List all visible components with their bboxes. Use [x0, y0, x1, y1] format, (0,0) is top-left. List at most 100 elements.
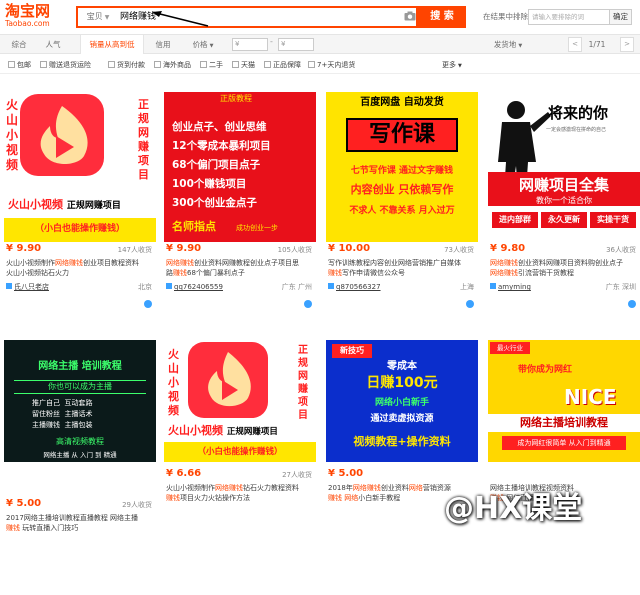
shop-name: q870566327: [336, 283, 381, 291]
taobao-logo[interactable]: 淘宝网 Taobao.com: [5, 3, 71, 31]
image-line: 推广自己: [32, 399, 60, 407]
product-title[interactable]: 网络赚钱创业资料网赚项目资料购创业点子: [490, 258, 638, 268]
filter-label: 海外商品: [163, 61, 191, 69]
prev-page-button[interactable]: <: [568, 37, 582, 52]
logo-text: 淘宝网: [5, 2, 51, 20]
search-category-select[interactable]: 宝贝 ▼: [80, 10, 116, 24]
price-max-input[interactable]: ¥: [278, 38, 314, 51]
shop-icon: [490, 283, 496, 289]
exclude-confirm-button[interactable]: 确定: [610, 9, 632, 25]
product-title[interactable]: 火山小视频制作网络赚钱钻石火力教程资料: [166, 483, 314, 493]
search-box: 宝贝 ▼ 网络赚钱: [76, 6, 418, 28]
image-line: 主播话术: [64, 410, 93, 418]
product-card[interactable]: 网络主播 培训教程 你也可以成为主播 推广自己 互动套路 留住粉丝 主播话术 主…: [4, 340, 156, 595]
product-card[interactable]: 火山小视频 正规网赚项目 火山小视频 正规网赚项目 （小白也能操作赚钱） ¥ 6…: [164, 340, 316, 595]
search-button[interactable]: 搜 索: [418, 6, 466, 28]
filter-label: 赠送退货运险: [49, 61, 91, 69]
ship-from-select[interactable]: 发货地 ▼: [488, 35, 528, 54]
image-text: 写作课: [346, 118, 458, 152]
filter-more-button[interactable]: 更多 ▼: [442, 59, 462, 71]
product-title[interactable]: 2017网络主播培训教程直播教程 网络主播: [6, 513, 154, 523]
image-text: 永久更新: [541, 212, 587, 228]
product-image[interactable]: 火山小视频 正规网赚项目 火山小视频 正规网赚项目 （小白也能操作赚钱）: [164, 340, 316, 462]
shop-link[interactable]: qq762406559: [166, 282, 223, 292]
product-title[interactable]: 写作训练教程内容创业网络营销推广自媒体: [328, 258, 476, 268]
image-line: 主播赚钱: [32, 421, 60, 429]
camera-icon[interactable]: [404, 11, 416, 21]
image-text: 火山小视频: [6, 98, 19, 172]
image-text: 最火行业: [490, 342, 530, 354]
chevron-down-icon: ▼: [104, 14, 110, 21]
product-title-line2[interactable]: 火山小视频钻石火力: [6, 268, 154, 278]
next-page-button[interactable]: >: [620, 37, 634, 52]
product-image[interactable]: 新技巧 零成本 日赚100元 网络小白新手 通过卖虚拟资源 视频教程+操作资料: [326, 340, 478, 462]
product-card[interactable]: 火山小视频 正规网赚项目 火山小视频 正规网赚项目 （小白也能操作赚钱） ¥ 9…: [4, 92, 156, 347]
sold-count: 147人收货: [117, 246, 152, 254]
product-image[interactable]: 网络主播 培训教程 你也可以成为主播 推广自己 互动套路 留住粉丝 主播话术 主…: [4, 340, 156, 462]
shop-link[interactable]: amyming: [490, 282, 531, 292]
filter-label: 包邮: [17, 61, 31, 69]
filter-tmall[interactable]: 天猫: [232, 59, 255, 71]
filter-genuine[interactable]: 正品保障: [264, 59, 301, 71]
image-text: 内容创业 只依赖写作: [350, 183, 454, 196]
image-line: 300个创业金点子: [172, 197, 257, 209]
price: ¥ 5.00: [328, 468, 364, 479]
filter-label: 正品保障: [273, 61, 301, 69]
image-text: 火山小视频 正规网赚项目: [8, 198, 156, 213]
filter-return-insurance[interactable]: 赠送退货运险: [40, 59, 91, 71]
exclude-label: 在结果中排除: [483, 12, 528, 21]
image-text: 视频教程+操作资料: [353, 435, 451, 448]
image-text: 成功创业一步: [236, 224, 278, 232]
product-title[interactable]: 网络赚钱创业资料网赚教程创业点子项目思: [166, 258, 314, 268]
shop-link[interactable]: 氏八只老店: [6, 282, 49, 292]
wangwang-icon[interactable]: [628, 300, 636, 308]
shop-icon: [328, 283, 334, 289]
sort-credit[interactable]: 信用: [148, 35, 178, 54]
image-text: 高清视频教程: [56, 437, 104, 446]
sort-price[interactable]: 价格 ▼: [186, 35, 220, 54]
product-card[interactable]: 百度网盘 自动发货 写作课 七节写作课 通过文字赚钱 内容创业 只依赖写作 不求…: [326, 92, 478, 347]
product-title-line2[interactable]: 路赚钱68个偏门暴利点子: [166, 268, 314, 278]
product-title-line2[interactable]: 赚钱项目火力火钻操作方法: [166, 493, 314, 503]
product-title-line2[interactable]: 赚钱写作申请微信公众号: [328, 268, 476, 278]
sort-popularity[interactable]: 人气: [38, 35, 68, 54]
filter-overseas[interactable]: 海外商品: [154, 59, 191, 71]
filter-free-shipping[interactable]: 包邮: [8, 59, 31, 71]
image-text: 网络主播 从 入门 到 精通: [43, 451, 117, 459]
wangwang-icon[interactable]: [304, 300, 312, 308]
product-title-line2[interactable]: 网络赚钱引流营销干货教程: [490, 268, 638, 278]
filter-secondhand[interactable]: 二手: [200, 59, 223, 71]
product-image[interactable]: 最火行业 带你成为网红 NICE 网络主播培训教程 成为网红很简单 从入门到精通: [488, 340, 640, 462]
image-text: 火山小视频 正规网赚项目: [168, 424, 316, 439]
product-image[interactable]: 正版教程 创业点子、创业思维 12个零成本暴利项目 68个偏门项目点子 100个…: [164, 92, 316, 242]
wangwang-icon[interactable]: [144, 300, 152, 308]
image-text: 日赚100元: [366, 375, 438, 391]
exclude-input[interactable]: 请输入要排除的词: [528, 9, 610, 25]
product-card[interactable]: 新技巧 零成本 日赚100元 网络小白新手 通过卖虚拟资源 视频教程+操作资料 …: [326, 340, 478, 595]
image-text: NICE: [564, 385, 617, 409]
shop-link[interactable]: q870566327: [328, 282, 381, 292]
sort-sales[interactable]: 销量从高到低: [80, 35, 144, 54]
image-text: 带你成为网红: [518, 365, 573, 375]
sold-count: 105人收货: [277, 246, 312, 254]
shop-name: 氏八只老店: [14, 283, 49, 291]
product-image[interactable]: 将来的你 一定会感激现在拼命的自己 网赚项目全集 教你一个适合你 进内部群 永久…: [488, 92, 640, 242]
price: ¥ 9.90: [166, 243, 202, 254]
product-card[interactable]: 将来的你 一定会感激现在拼命的自己 网赚项目全集 教你一个适合你 进内部群 永久…: [488, 92, 640, 347]
chevron-down-icon: ▼: [209, 43, 214, 49]
filter-cod[interactable]: 货到付款: [108, 59, 145, 71]
image-text-block: 创业点子、创业思维 12个零成本暴利项目 68个偏门项目点子 100个赚钱项目 …: [172, 118, 271, 213]
price-min-input[interactable]: ¥: [232, 38, 268, 51]
product-title[interactable]: 火山小视频制作网络赚钱创业项目教程资料: [6, 258, 154, 268]
product-image[interactable]: 火山小视频 正规网赚项目 火山小视频 正规网赚项目 （小白也能操作赚钱）: [4, 92, 156, 242]
price: ¥ 6.66: [166, 468, 202, 479]
image-text-a: 火山小视频: [8, 198, 63, 211]
wangwang-icon[interactable]: [466, 300, 474, 308]
image-line: 主播包装: [64, 421, 93, 429]
product-card[interactable]: 最火行业 带你成为网红 NICE 网络主播培训教程 成为网红很简单 从入门到精通…: [488, 340, 640, 595]
product-card[interactable]: 正版教程 创业点子、创业思维 12个零成本暴利项目 68个偏门项目点子 100个…: [164, 92, 316, 347]
image-text: 进内部群: [492, 212, 538, 228]
sort-default[interactable]: 综合: [4, 35, 34, 54]
filter-7day-return[interactable]: 7+天内退货: [308, 59, 355, 71]
product-image[interactable]: 百度网盘 自动发货 写作课 七节写作课 通过文字赚钱 内容创业 只依赖写作 不求…: [326, 92, 478, 242]
